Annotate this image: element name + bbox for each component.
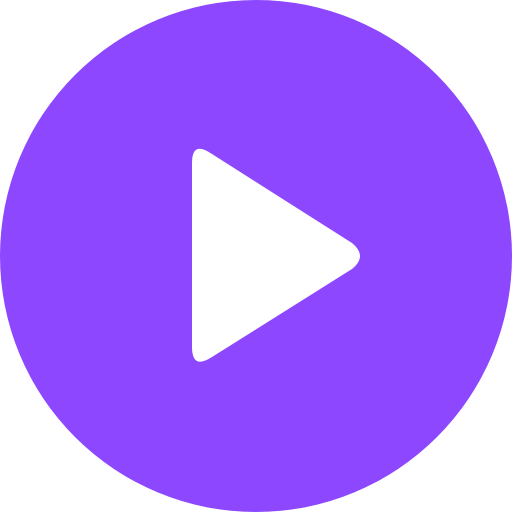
- stage: [0, 0, 512, 512]
- play-button[interactable]: [0, 0, 512, 512]
- play-icon: [192, 148, 360, 362]
